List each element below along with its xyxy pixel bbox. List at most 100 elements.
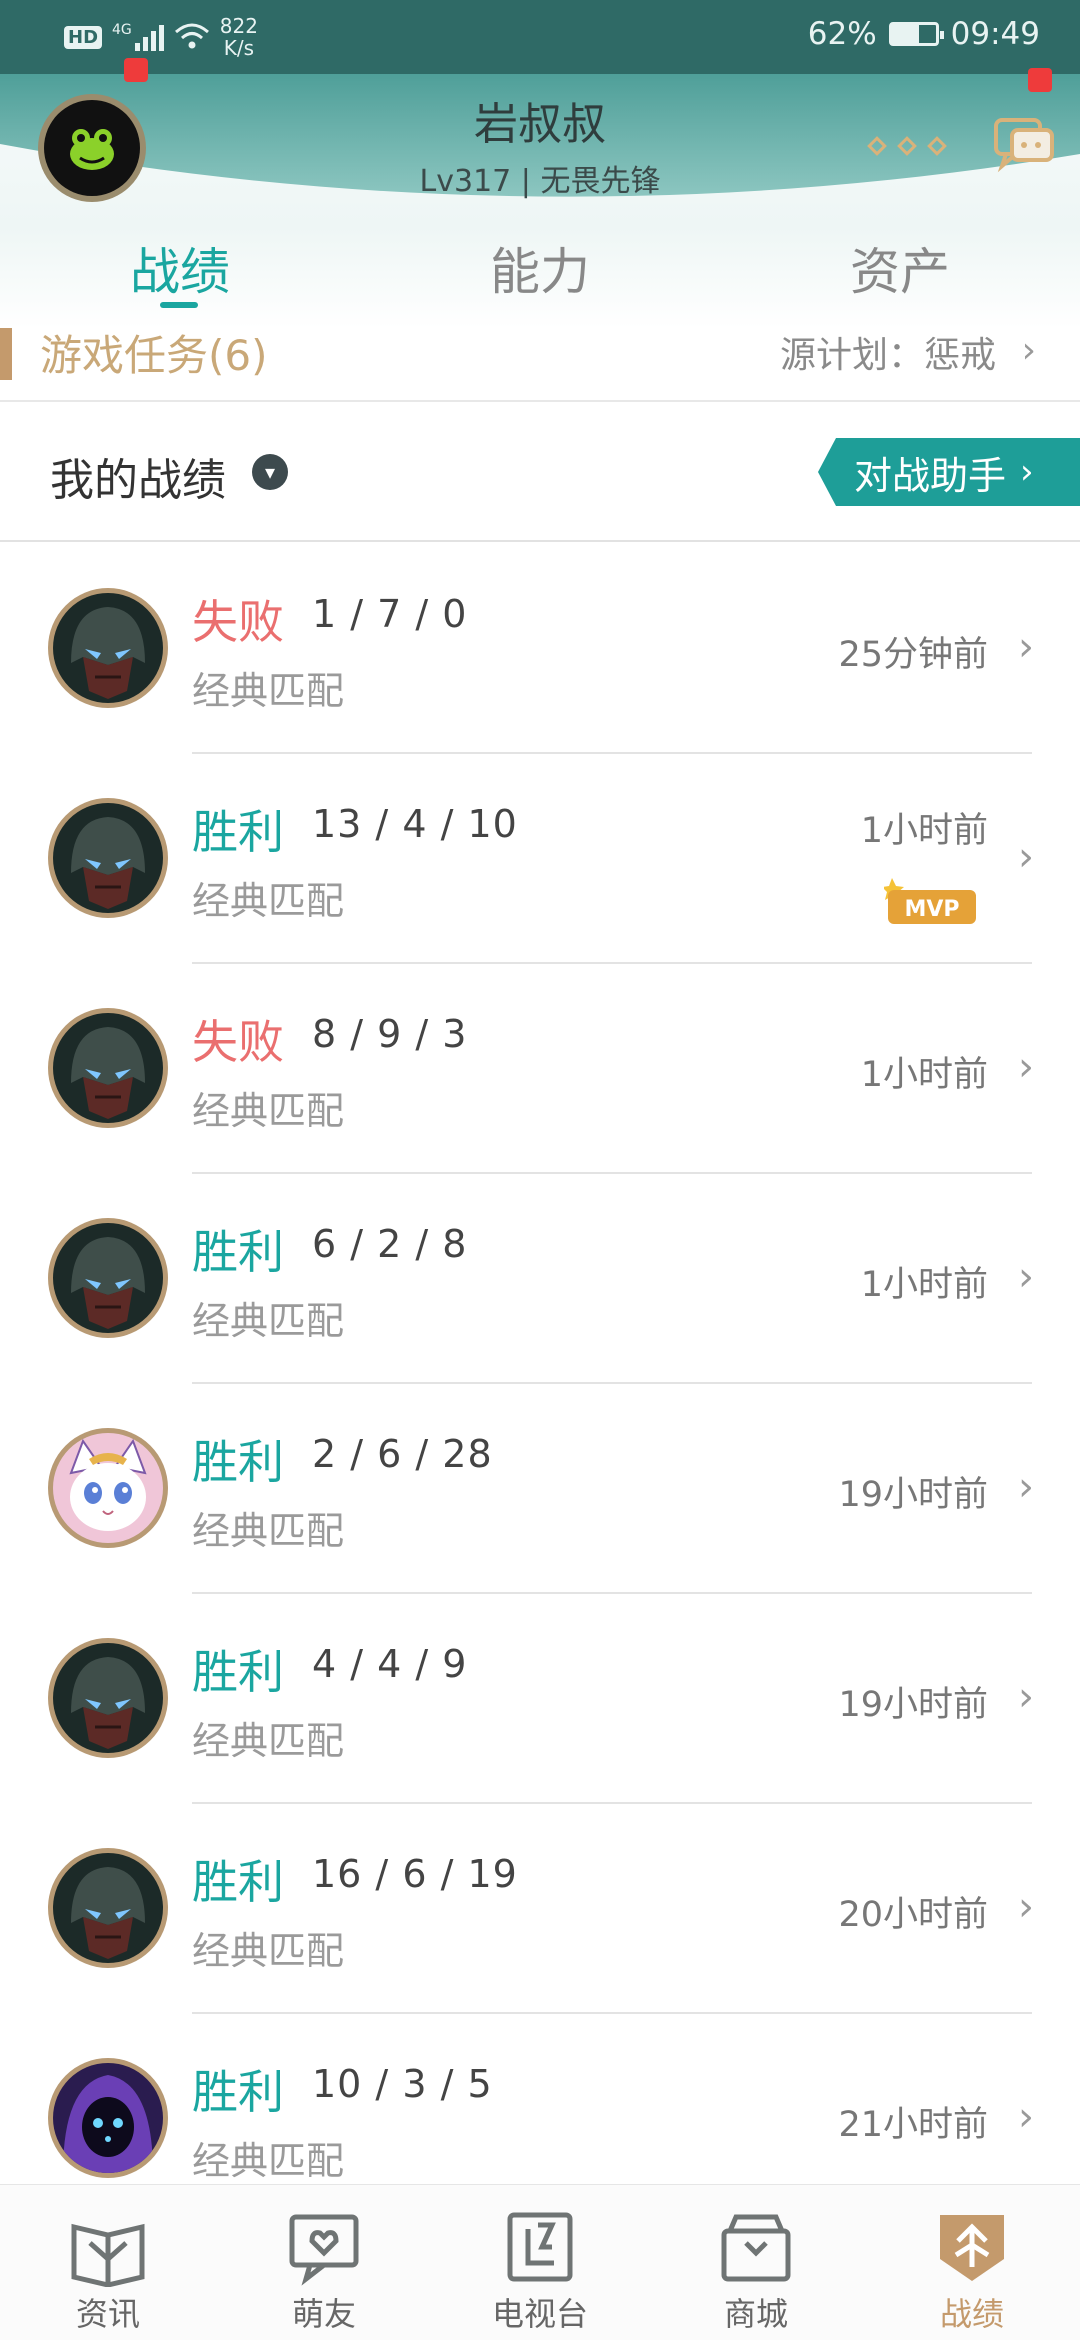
task-accent-bar (0, 328, 12, 380)
chat-notification-dot (1028, 68, 1052, 92)
game-task-title: 游戏任务(6) (40, 331, 268, 380)
match-result: 胜利 (192, 805, 284, 859)
match-result: 胜利 (192, 1855, 284, 1909)
hero-portrait (48, 1848, 168, 1968)
avatar-notification-dot (124, 58, 148, 82)
clock: 09:49 (950, 16, 1040, 52)
nav-label: 商城 (723, 2295, 788, 2333)
chevron-right-icon: › (1020, 452, 1034, 492)
match-row[interactable]: 胜利 16 / 6 / 19 经典匹配 20小时前 › (0, 1804, 1080, 2014)
news-icon (71, 2223, 145, 2287)
match-kda: 10 / 3 / 5 (312, 2062, 493, 2106)
match-row[interactable]: 失败 8 / 9 / 3 经典匹配 1小时前 › (0, 964, 1080, 1174)
match-time: 25分钟前 (838, 635, 988, 675)
match-result: 失败 (192, 595, 284, 649)
match-result: 胜利 (192, 1225, 284, 1279)
chevron-right-icon: › (1018, 1044, 1034, 1090)
match-kda: 2 / 6 / 28 (312, 1432, 493, 1476)
hd-badge: HD (64, 25, 103, 49)
chevron-right-icon: › (1018, 624, 1034, 670)
match-kda: 6 / 2 / 8 (312, 1222, 468, 1266)
nav-label: 电视台 (491, 2295, 588, 2333)
hero-portrait (48, 2058, 168, 2178)
nav-item-1[interactable]: 资讯 (0, 2185, 216, 2340)
match-result: 胜利 (192, 2065, 284, 2119)
match-time: 1小时前 (860, 811, 988, 851)
chevron-right-icon: › (1018, 1254, 1034, 1300)
match-row[interactable]: 胜利 4 / 4 / 9 经典匹配 19小时前 › (0, 1594, 1080, 1804)
nav-item-3[interactable]: 电视台 (432, 2185, 648, 2340)
network-type: 4G (112, 22, 132, 38)
more-options-button[interactable] (867, 126, 947, 166)
chevron-right-icon: › (1018, 834, 1034, 880)
match-list: 失败 1 / 7 / 0 经典匹配 25分钟前 › 胜利 13 / 4 / 10 经典匹配 1小… (0, 544, 1080, 2224)
battery-percent: 62% (807, 16, 877, 52)
match-mode: 经典匹配 (192, 669, 345, 713)
match-result: 失败 (192, 1015, 284, 1069)
chevron-right-icon: › (1021, 330, 1036, 371)
friends-icon (289, 2214, 359, 2286)
match-kda: 8 / 9 / 3 (312, 1012, 468, 1056)
nav-label: 资讯 (75, 2295, 140, 2333)
match-mode: 经典匹配 (192, 1089, 345, 1133)
shop-icon (721, 2214, 791, 2282)
profile-header: 岩叔叔 Lv317 | 无畏先锋 战绩 能力 资产 (0, 58, 1080, 330)
my-records-title[interactable]: 我的战绩 (50, 444, 226, 508)
match-time: 20小时前 (838, 1895, 988, 1935)
match-time: 19小时前 (838, 1685, 988, 1725)
mvp-badge-icon: MVP (884, 878, 976, 924)
chevron-down-icon[interactable]: ▾ (252, 454, 288, 490)
cell-signal-icon: 4G (112, 23, 164, 51)
chevron-right-icon: › (1018, 2094, 1034, 2140)
match-mode: 经典匹配 (192, 1719, 345, 1763)
network-speed: 822 K/s (219, 14, 258, 60)
match-row[interactable]: 胜利 6 / 2 / 8 经典匹配 1小时前 › (0, 1174, 1080, 1384)
task-reward-text: 源计划：惩戒 (779, 335, 996, 376)
battery-icon (888, 22, 944, 46)
match-result: 胜利 (192, 1435, 284, 1489)
chevron-right-icon: › (1018, 1884, 1034, 1930)
match-kda: 1 / 7 / 0 (312, 592, 468, 636)
chat-icon[interactable] (992, 110, 1056, 174)
records-icon (940, 2215, 1004, 2281)
hero-portrait (48, 588, 168, 708)
wifi-icon (174, 23, 209, 49)
tv-icon (507, 2212, 573, 2282)
match-row[interactable]: 胜利 2 / 6 / 28 经典匹配 19小时前 › (0, 1384, 1080, 1594)
match-time: 1小时前 (860, 1055, 988, 1095)
match-mode: 经典匹配 (192, 879, 345, 923)
match-row[interactable]: 失败 1 / 7 / 0 经典匹配 25分钟前 › (0, 544, 1080, 754)
tab-ability[interactable]: 能力 (360, 224, 720, 324)
nav-label: 战绩 (939, 2295, 1004, 2333)
hero-portrait (48, 1008, 168, 1128)
hero-portrait (48, 1218, 168, 1338)
battle-assistant-button[interactable]: 对战助手 › (818, 438, 1080, 506)
nav-item-2[interactable]: 萌友 (216, 2185, 432, 2340)
hero-portrait (48, 1428, 168, 1548)
match-time: 19小时前 (838, 1475, 988, 1515)
tab-assets[interactable]: 资产 (720, 224, 1080, 324)
match-kda: 4 / 4 / 9 (312, 1642, 468, 1686)
hero-portrait (48, 1638, 168, 1758)
match-mode: 经典匹配 (192, 1299, 345, 1343)
match-mode: 经典匹配 (192, 2139, 345, 2183)
tab-indicator (160, 302, 198, 308)
bottom-navigation: 资讯 萌友 电视台 商城 战绩 (0, 2184, 1080, 2340)
chevron-right-icon: › (1018, 1464, 1034, 1510)
nav-item-5[interactable]: 战绩 (864, 2185, 1080, 2340)
match-time: 1小时前 (860, 1265, 988, 1305)
chevron-right-icon: › (1018, 1674, 1034, 1720)
match-time: 21小时前 (838, 2105, 988, 2145)
match-result: 胜利 (192, 1645, 284, 1699)
match-kda: 16 / 6 / 19 (312, 1852, 518, 1896)
tab-records[interactable]: 战绩 (0, 224, 360, 324)
hero-portrait (48, 798, 168, 918)
match-row[interactable]: 胜利 13 / 4 / 10 经典匹配 1小时前 MVP › (0, 754, 1080, 964)
status-bar: HD 4G 822 K/s 62% 09:49 (0, 0, 1080, 74)
match-mode: 经典匹配 (192, 1929, 345, 1973)
my-records-header: 我的战绩 ▾ 对战助手 › (0, 402, 1080, 542)
match-kda: 13 / 4 / 10 (312, 802, 518, 846)
nav-label: 萌友 (291, 2295, 356, 2333)
game-task-row[interactable]: 游戏任务(6) 源计划：惩戒 › (0, 326, 1080, 402)
nav-item-4[interactable]: 商城 (648, 2185, 864, 2340)
